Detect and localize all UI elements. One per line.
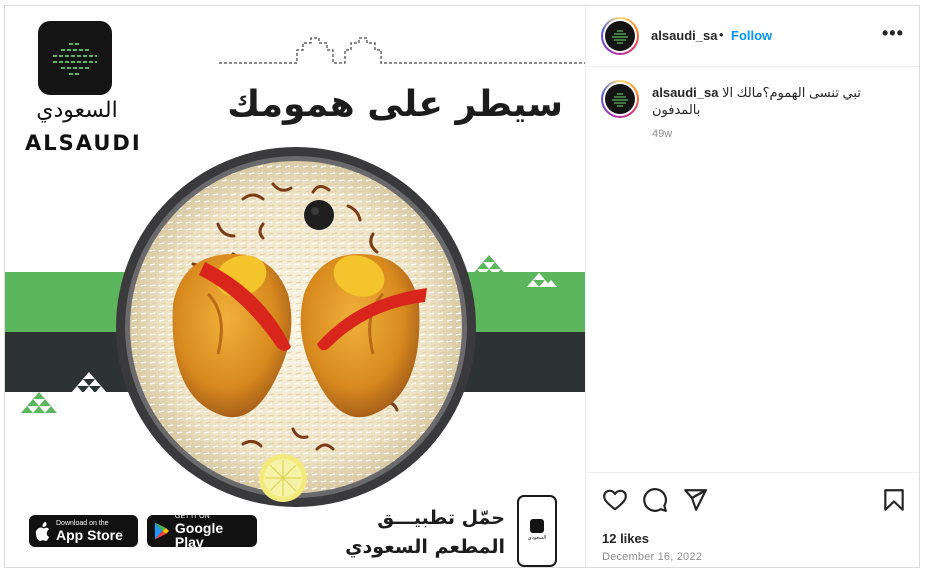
apple-icon — [35, 521, 49, 541]
google-play-button[interactable]: GET IT ON Google Play — [147, 513, 257, 550]
app-store-button[interactable]: Download on the App Store — [29, 515, 138, 547]
headline: سيطر على همومك — [227, 84, 563, 125]
header-separator: • — [719, 27, 724, 42]
download-app-cta: حمّل تطبيـــق المطعم السعودي — [325, 504, 505, 562]
more-options-icon[interactable]: ••• — [882, 23, 904, 44]
post-date[interactable]: December 16, 2022 — [602, 551, 702, 563]
google-play-small-text: GET IT ON — [174, 513, 210, 520]
caption-username[interactable]: alsaudi_sa — [652, 85, 719, 100]
post-image[interactable]: السعودي ALSAUDI سيطر على همومك Download … — [5, 6, 585, 567]
comment-icon[interactable] — [642, 487, 668, 513]
brand-logo — [38, 21, 112, 95]
google-play-big-text: Google Play — [174, 520, 224, 550]
post-header: alsaudi_sa • Follow ••• — [586, 6, 919, 67]
app-store-small-text: Download on the — [56, 520, 109, 527]
triangle-pattern-left — [21, 372, 107, 413]
bookmark-icon[interactable] — [881, 487, 907, 513]
caption: alsaudi_sa تبي تنسى الهموم؟مالك الا بالم… — [652, 84, 888, 118]
post-actions: 12 likes December 16, 2022 — [586, 472, 919, 567]
post-side-panel: alsaudi_sa • Follow ••• alsaudi_sa تبي ت… — [585, 6, 919, 567]
logo-arabic-text: السعودي — [36, 98, 118, 123]
heart-icon[interactable] — [602, 487, 628, 513]
avatar[interactable] — [601, 17, 639, 55]
triangle-pattern-right-white — [527, 273, 557, 287]
share-icon[interactable] — [682, 487, 708, 513]
caption-avatar[interactable] — [601, 80, 639, 118]
app-store-big-text: App Store — [56, 527, 123, 543]
cta-line-2: المطعم السعودي — [345, 536, 505, 558]
play-icon — [154, 522, 169, 540]
food-plate-image — [116, 147, 476, 507]
header-username[interactable]: alsaudi_sa — [651, 28, 718, 43]
follow-button[interactable]: Follow — [731, 28, 772, 43]
skyline-decoration — [219, 37, 585, 64]
likes-count[interactable]: 12 likes — [602, 531, 649, 546]
instagram-post: السعودي ALSAUDI سيطر على همومك Download … — [4, 5, 920, 568]
phone-app-icon — [530, 519, 544, 533]
phone-mockup: السعودي — [517, 495, 557, 567]
logo-mark-icon — [612, 93, 628, 107]
caption-time-ago[interactable]: 49w — [652, 128, 672, 140]
logo-mark-icon — [612, 30, 628, 44]
phone-label: السعودي — [527, 535, 547, 541]
logo-mark-icon — [53, 43, 97, 75]
cta-line-1: حمّل تطبيـــق — [377, 507, 505, 529]
